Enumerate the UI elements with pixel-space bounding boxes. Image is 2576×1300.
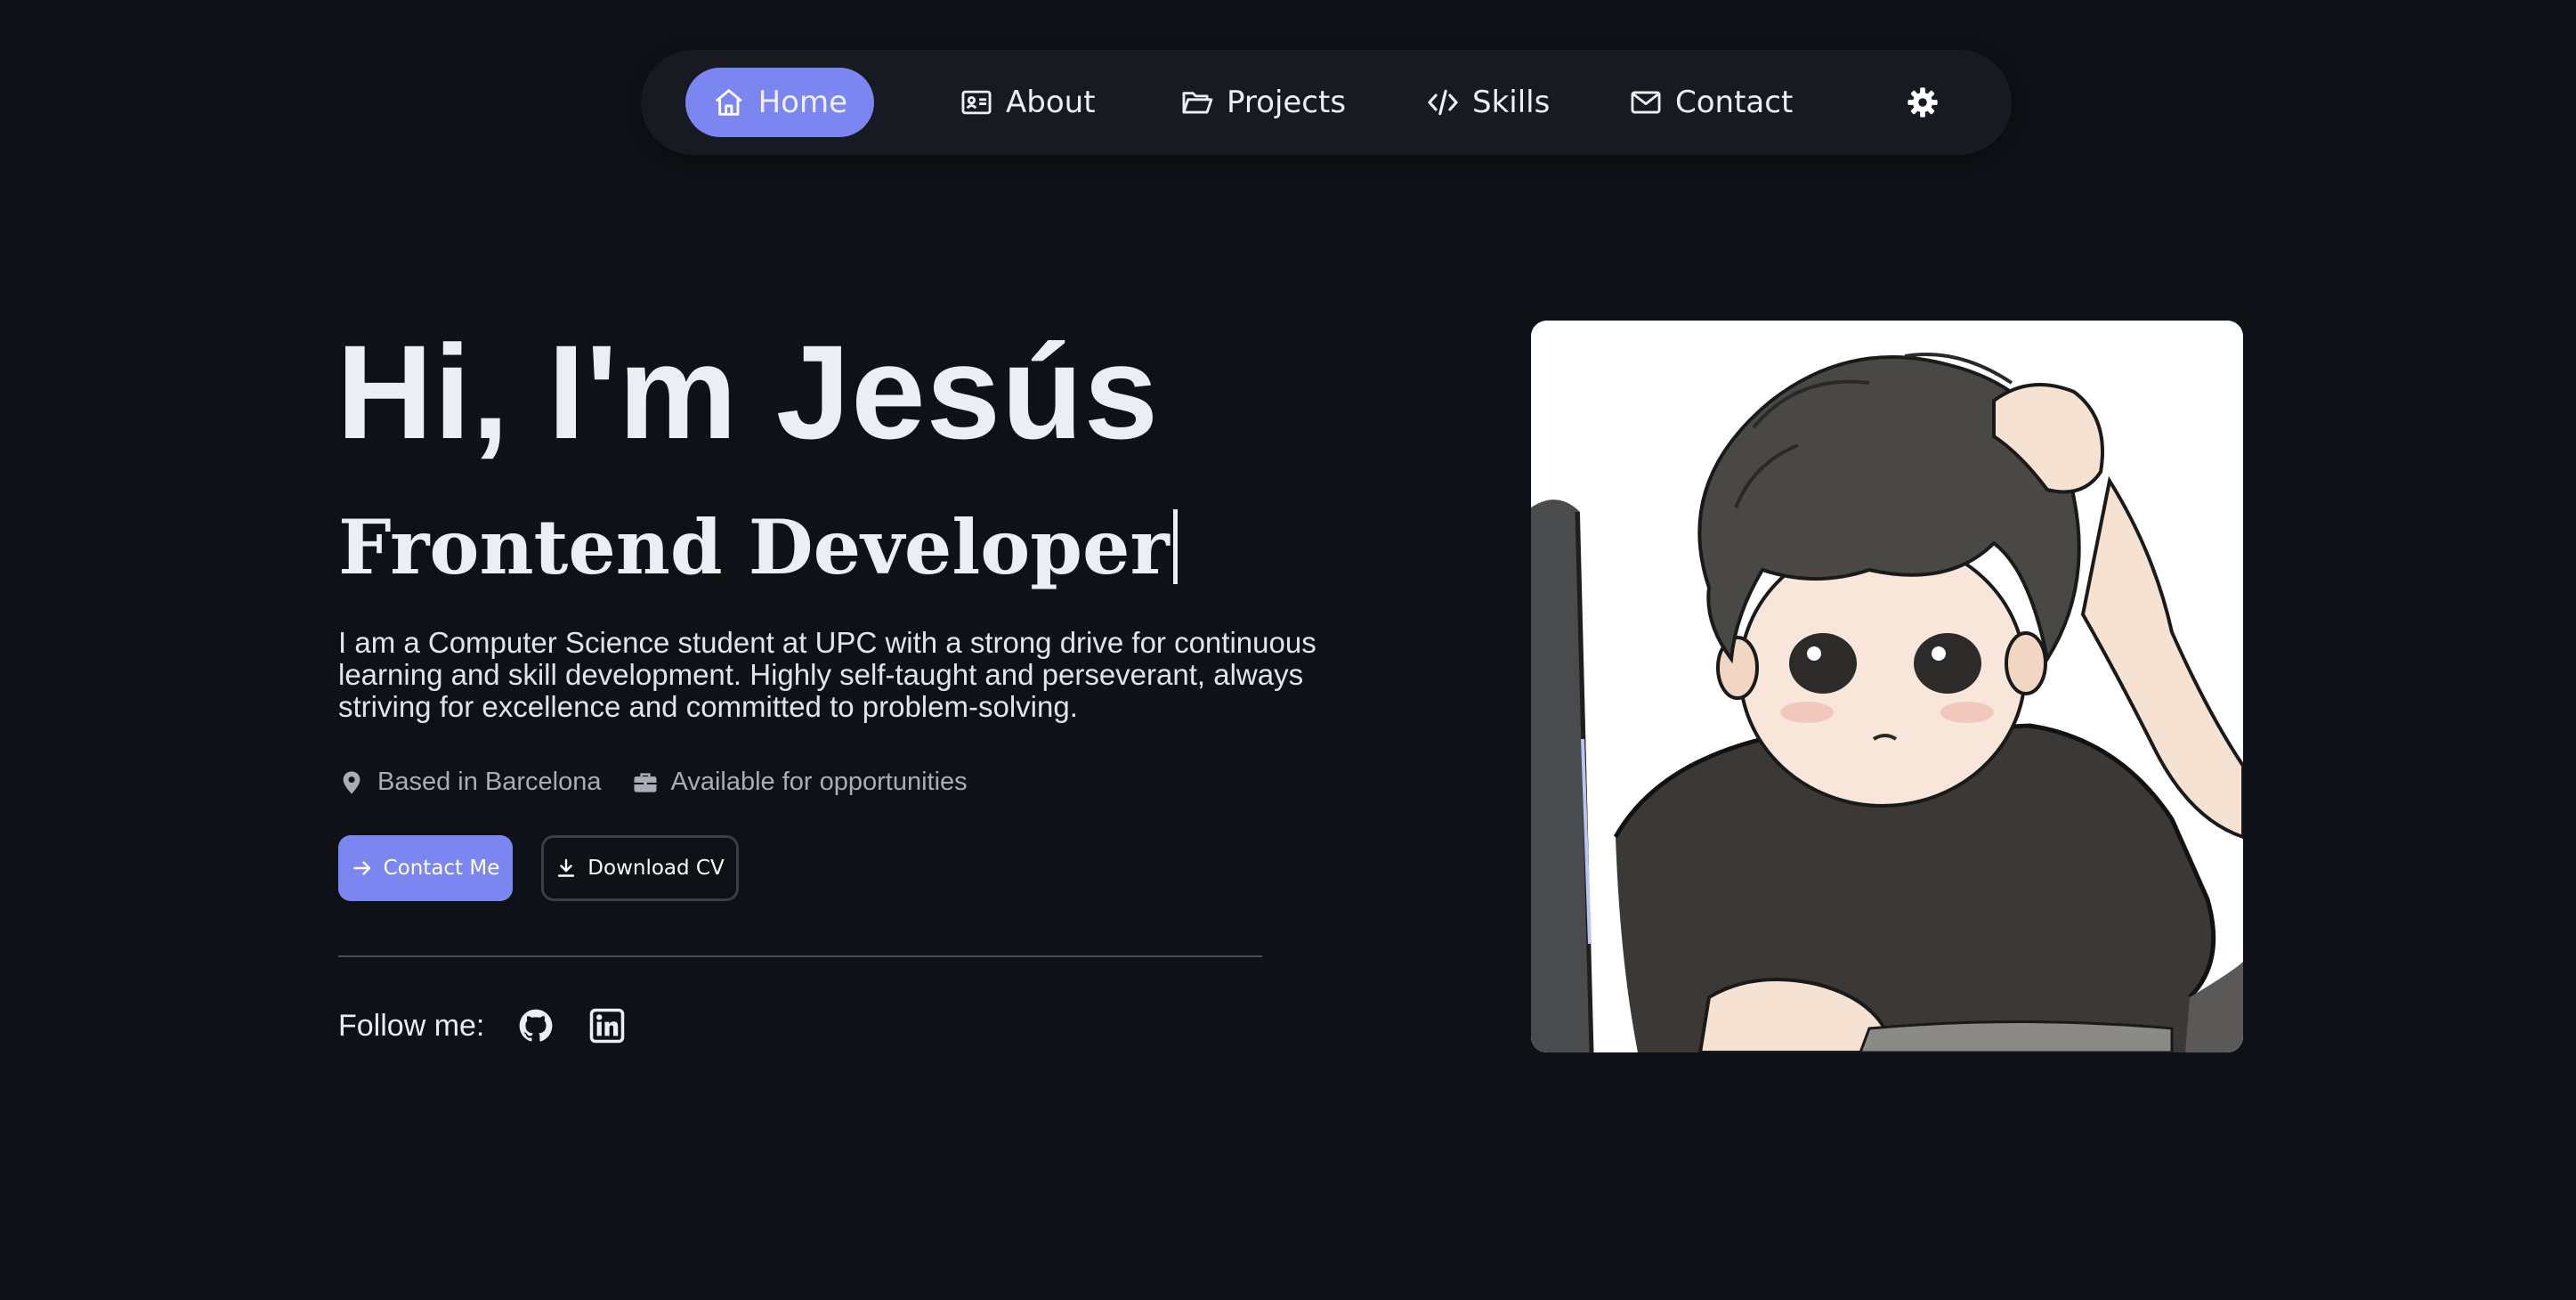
availability-text: Available for opportunities: [670, 768, 968, 796]
download-icon: [558, 858, 575, 877]
follow-label: Follow me:: [338, 1008, 485, 1043]
typing-cursor: [1172, 509, 1178, 584]
availability-info: Available for opportunities: [632, 768, 968, 797]
arrow-right-icon: [352, 861, 370, 875]
nav-item-about[interactable]: About: [960, 68, 1096, 137]
theme-toggle-button[interactable]: [1898, 68, 1948, 137]
contact-me-label: Contact Me: [383, 857, 500, 880]
nav-label-contact: Contact: [1675, 85, 1794, 120]
nav-label-about: About: [1006, 85, 1096, 120]
download-cv-label: Download CV: [587, 857, 725, 880]
role-text: Frontend Developer: [338, 503, 1170, 591]
map-pin-icon: [343, 771, 360, 793]
id-card-icon: [961, 90, 992, 115]
briefcase-icon: [634, 772, 656, 792]
nav-item-projects[interactable]: Projects: [1180, 68, 1346, 137]
nav-item-skills[interactable]: Skills: [1426, 68, 1550, 137]
follow-row: Follow me:: [338, 1006, 627, 1045]
home-icon: [715, 89, 742, 116]
contact-me-button[interactable]: Contact Me: [338, 835, 513, 901]
download-cv-button[interactable]: Download CV: [541, 835, 739, 901]
avatar-illustration: [1531, 321, 2243, 1052]
linkedin-link[interactable]: [587, 1006, 627, 1045]
github-icon: [520, 1009, 553, 1042]
avatar-drawing: [1531, 321, 2243, 1052]
location-info: Based in Barcelona: [338, 768, 602, 797]
divider: [338, 955, 1262, 957]
hero-title: Hi, I'm Jesús: [336, 317, 1160, 467]
hero-role: Frontend Developer: [338, 499, 1178, 597]
mail-icon: [1631, 91, 1661, 114]
code-icon: [1428, 89, 1458, 116]
gear-icon: [1908, 87, 1938, 118]
nav-item-contact[interactable]: Contact: [1629, 68, 1793, 137]
nav-label-home: Home: [757, 85, 847, 120]
navbar: Home About Projects Skills Contact: [641, 50, 2012, 155]
meta-row: Based in Barcelona Available for opportu…: [338, 768, 968, 797]
hero-description: I am a Computer Science student at UPC w…: [338, 626, 1316, 723]
linkedin-icon: [590, 1008, 625, 1044]
folder-icon: [1182, 92, 1213, 114]
github-link[interactable]: [516, 1006, 555, 1045]
location-text: Based in Barcelona: [377, 768, 602, 796]
nav-label-projects: Projects: [1227, 85, 1347, 120]
nav-item-home[interactable]: Home: [685, 68, 874, 137]
page: Home About Projects Skills Contact Hi, I…: [0, 0, 2576, 1300]
nav-label-skills: Skills: [1472, 85, 1551, 120]
